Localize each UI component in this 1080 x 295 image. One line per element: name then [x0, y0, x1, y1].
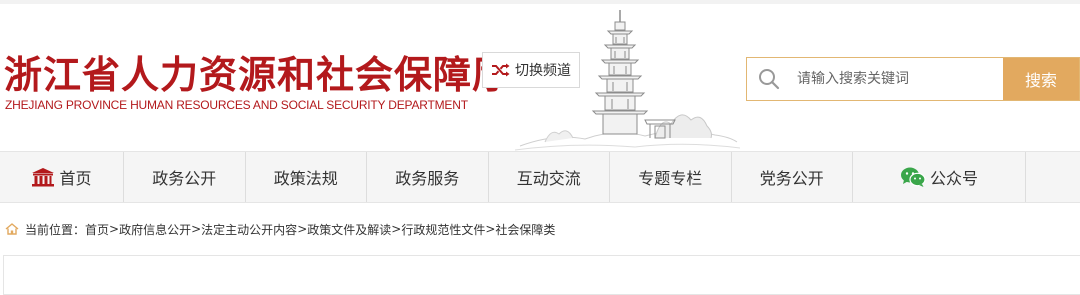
- nav-item-label: 专题专栏: [638, 169, 703, 188]
- pagoda-illustration: [515, 10, 740, 151]
- search-button[interactable]: 搜索: [1003, 58, 1079, 100]
- breadcrumb-item[interactable]: 政府信息公开: [119, 221, 191, 238]
- nav-item-label: 政务服务: [395, 169, 460, 188]
- nav-item-label: 公众号: [929, 169, 978, 188]
- wechat-icon: [900, 167, 926, 187]
- shuffle-icon: [492, 63, 510, 77]
- breadcrumb-item[interactable]: 首页: [85, 221, 109, 238]
- main-nav: 首页 政务公开 政策法规 政务服务 互动交流 专题专栏 党务公开 公众号: [0, 151, 1080, 203]
- nav-item-services[interactable]: 政务服务: [366, 152, 488, 202]
- breadcrumb-separator: >: [109, 222, 120, 236]
- nav-item-party-affairs[interactable]: 党务公开: [730, 152, 853, 202]
- home-icon: [5, 223, 19, 235]
- breadcrumb-item[interactable]: 社会保障类: [495, 221, 555, 238]
- site-title[interactable]: 浙江省人力资源和社会保障厅: [4, 44, 511, 99]
- breadcrumb-prefix: 当前位置：: [25, 222, 86, 237]
- nav-item-public-account[interactable]: 公众号: [852, 152, 1025, 202]
- nav-item-government-affairs[interactable]: 政务公开: [123, 152, 245, 202]
- nav-item-label: 互动交流: [516, 169, 581, 188]
- breadcrumb-separator: >: [391, 222, 402, 236]
- site-subtitle: ZHEJIANG PROVINCE HUMAN RESOURCES AND SO…: [5, 98, 468, 112]
- content-panel: [3, 255, 1080, 295]
- nav-tail-divider: [1025, 152, 1066, 202]
- government-building-icon: [32, 168, 55, 187]
- nav-item-label: 党务公开: [759, 169, 824, 188]
- breadcrumb: 当前位置： 首页 > 政府信息公开 > 法定主动公开内容 > 政策文件及解读 >…: [5, 219, 555, 239]
- breadcrumb-item[interactable]: 法定主动公开内容: [201, 221, 297, 238]
- breadcrumb-item[interactable]: 行政规范性文件: [401, 221, 485, 238]
- breadcrumb-separator: >: [191, 222, 202, 236]
- nav-item-label: 政策法规: [273, 169, 338, 188]
- nav-item-interaction[interactable]: 互动交流: [487, 152, 610, 202]
- nav-item-special-topics[interactable]: 专题专栏: [609, 152, 731, 202]
- breadcrumb-item[interactable]: 政策文件及解读: [307, 221, 391, 238]
- search-input[interactable]: [791, 58, 1003, 100]
- nav-item-label: 首页: [59, 169, 92, 188]
- nav-item-label: 政务公开: [152, 169, 217, 188]
- breadcrumb-separator: >: [485, 222, 496, 236]
- nav-item-policies[interactable]: 政策法规: [244, 152, 367, 202]
- search-icon: [747, 58, 791, 100]
- site-header: 浙江省人力资源和社会保障厅 ZHEJIANG PROVINCE HUMAN RE…: [0, 4, 1080, 151]
- breadcrumb-separator: >: [297, 222, 308, 236]
- search-box: 搜索: [746, 57, 1080, 101]
- nav-item-home[interactable]: 首页: [0, 152, 123, 202]
